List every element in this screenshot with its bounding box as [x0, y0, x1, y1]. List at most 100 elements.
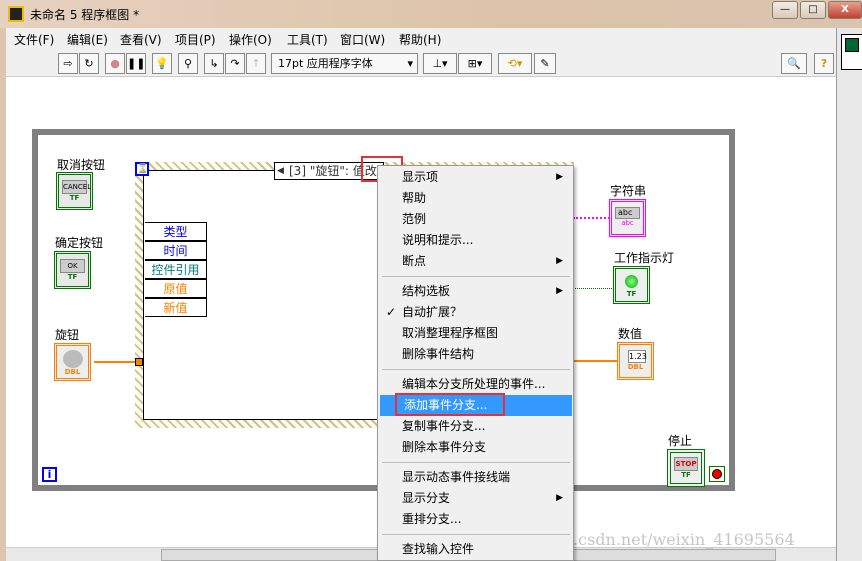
context-menu: 显示项 ▶ 帮助 范例 说明和提示... 断点 ▶ 结构选板 ▶ ✓ 自动扩展？ 取消整… — [377, 165, 574, 561]
boolean-wire — [573, 288, 616, 289]
numeric-face: 1.23 — [628, 350, 647, 363]
menu-item-remove-event-structure[interactable]: 删除事件结构 — [378, 344, 573, 365]
led-label: 工作指示灯 — [614, 251, 675, 265]
led-type: TF — [626, 290, 637, 298]
maximize-button[interactable]: □ — [800, 1, 826, 19]
menu-item-auto-grow[interactable]: ✓ 自动扩展？ — [378, 302, 573, 323]
context-help-icon[interactable]: ? — [814, 53, 834, 74]
menu-item-edit-events[interactable]: 编辑本分支所处理的事件... — [378, 374, 573, 395]
event-node-newval[interactable]: 新值 — [145, 298, 207, 317]
string-label: 字符串 — [610, 184, 647, 198]
font-value: 17pt 应用程序字体 — [278, 57, 373, 70]
iteration-terminal: i — [42, 467, 57, 482]
submenu-arrow-icon: ▶ — [556, 172, 563, 182]
window-title: 未命名 5 程序框图 * — [30, 8, 140, 22]
menu-tools[interactable]: 工具(T) — [287, 31, 328, 48]
stop-type: TF — [681, 471, 691, 479]
menu-item-label: 断点 — [402, 254, 427, 268]
menu-item-delete-event-case[interactable]: 删除本事件分支 — [378, 437, 573, 458]
event-node-type[interactable]: 类型 — [145, 222, 207, 241]
run-arrow-icon[interactable]: ⇨ — [58, 53, 78, 74]
menu-file[interactable]: 文件(F) — [14, 31, 54, 48]
menu-item-duplicate-event-case[interactable]: 复制事件分支... — [378, 416, 573, 437]
menu-item-find-control[interactable]: 查找输入控件 — [378, 539, 573, 560]
stop-terminal[interactable]: STOP TF — [667, 449, 705, 487]
menu-item-label: 自动扩展？ — [402, 305, 463, 319]
pause-icon[interactable]: ❚❚ — [126, 53, 146, 74]
cancel-button-terminal[interactable]: CANCEL TF — [56, 172, 93, 210]
cancel-face: CANCEL — [62, 180, 91, 194]
retain-wire-values-icon[interactable]: ⚲ — [178, 53, 198, 74]
ok-type: TF — [67, 273, 78, 281]
knob-label: 旋钮 — [55, 328, 80, 342]
cancel-type: TF — [69, 194, 80, 202]
menu-operate[interactable]: 操作(O) — [229, 31, 272, 48]
menu-item-structures-palette[interactable]: 结构选板 ▶ — [378, 281, 573, 302]
string-type: abc — [621, 219, 634, 227]
string-wire — [573, 217, 613, 219]
checkmark-icon: ✓ — [386, 305, 397, 319]
stop-face: STOP — [674, 457, 698, 471]
highlight-execution-icon[interactable]: 💡 — [152, 53, 172, 74]
menu-separator — [382, 534, 570, 535]
title-bar: 未命名 5 程序框图 * — □ X — [0, 0, 862, 28]
cleanup-diagram-icon[interactable]: ✎ — [534, 53, 556, 74]
knob-tunnel — [135, 358, 143, 366]
step-over-icon[interactable]: ↷ — [225, 53, 245, 74]
menu-item-label: 显示项 — [402, 170, 439, 184]
window-frame-right — [836, 28, 862, 561]
menu-separator — [382, 369, 570, 370]
menu-item-show-case[interactable]: 显示分支 ▶ — [378, 488, 573, 509]
event-node-time[interactable]: 时间 — [145, 241, 207, 260]
minimize-button[interactable]: — — [772, 1, 798, 19]
cancel-label: 取消按钮 — [57, 158, 106, 172]
stop-label: 停止 — [668, 434, 693, 448]
menu-item-description[interactable]: 说明和提示... — [378, 230, 573, 251]
event-node-ctlref[interactable]: 控件引用 — [145, 260, 207, 279]
led-terminal[interactable]: TF — [613, 266, 650, 304]
reorder-icon[interactable]: ⟲▾ — [498, 53, 532, 74]
knob-type: DBL — [64, 368, 81, 376]
menu-item-rearrange-cases[interactable]: 重排分支... — [378, 509, 573, 530]
submenu-arrow-icon: ▶ — [556, 256, 563, 266]
menu-item-exclude-cleanup[interactable]: 取消整理程序框图 — [378, 323, 573, 344]
loop-condition-icon[interactable] — [709, 466, 725, 482]
menu-edit[interactable]: 编辑(E) — [67, 31, 108, 48]
knob-terminal[interactable]: DBL — [54, 343, 91, 381]
align-objects-icon[interactable]: ⊥▾ — [423, 53, 457, 74]
submenu-arrow-icon: ▶ — [556, 493, 563, 503]
run-continuously-icon[interactable]: ↻ — [79, 53, 99, 74]
menu-help[interactable]: 帮助(H) — [399, 31, 441, 48]
numeric-wire — [573, 360, 623, 362]
event-node-oldval[interactable]: 原值 — [145, 279, 207, 298]
menu-separator — [382, 276, 570, 277]
decrement-arrow-icon[interactable]: ◀ — [277, 163, 284, 179]
menu-item-help[interactable]: 帮助 — [378, 188, 573, 209]
chevron-down-icon: ▾ — [407, 57, 413, 70]
menu-view[interactable]: 查看(V) — [120, 31, 162, 48]
menu-project[interactable]: 项目(P) — [175, 31, 216, 48]
step-out-icon[interactable]: ↑ — [246, 53, 266, 74]
distribute-objects-icon[interactable]: ⊞▾ — [458, 53, 492, 74]
string-terminal[interactable]: abc abc — [609, 199, 646, 237]
ok-button-terminal[interactable]: OK TF — [54, 251, 91, 289]
knob-dial-icon — [62, 350, 83, 368]
toolbar: ⇨ ↻ ● ❚❚ 💡 ⚲ ↳ ↷ ↑ 17pt 应用程序字体 ▾ ⊥▾ ⊞▾ ⟲▾… — [6, 50, 836, 77]
menu-separator — [382, 462, 570, 463]
timeout-terminal-icon: ⌛ — [135, 162, 149, 176]
menu-window[interactable]: 窗口(W) — [340, 31, 385, 48]
menu-item-dynamic-event-terminals[interactable]: 显示动态事件接线端 — [378, 467, 573, 488]
numeric-type: DBL — [627, 363, 644, 371]
abort-icon[interactable]: ● — [105, 53, 125, 74]
highlight-box — [395, 393, 505, 416]
search-icon[interactable]: 🔍 — [781, 53, 807, 74]
menu-item-breakpoint[interactable]: 断点 ▶ — [378, 251, 573, 272]
menu-item-visible-items[interactable]: 显示项 ▶ — [378, 167, 573, 188]
menu-item-examples[interactable]: 范例 — [378, 209, 573, 230]
font-select[interactable]: 17pt 应用程序字体 ▾ — [271, 53, 418, 74]
step-into-icon[interactable]: ↳ — [204, 53, 224, 74]
numeric-label: 数值 — [618, 327, 643, 341]
close-button[interactable]: X — [828, 1, 862, 19]
led-icon — [625, 275, 638, 288]
numeric-terminal[interactable]: 1.23 DBL — [617, 342, 654, 380]
